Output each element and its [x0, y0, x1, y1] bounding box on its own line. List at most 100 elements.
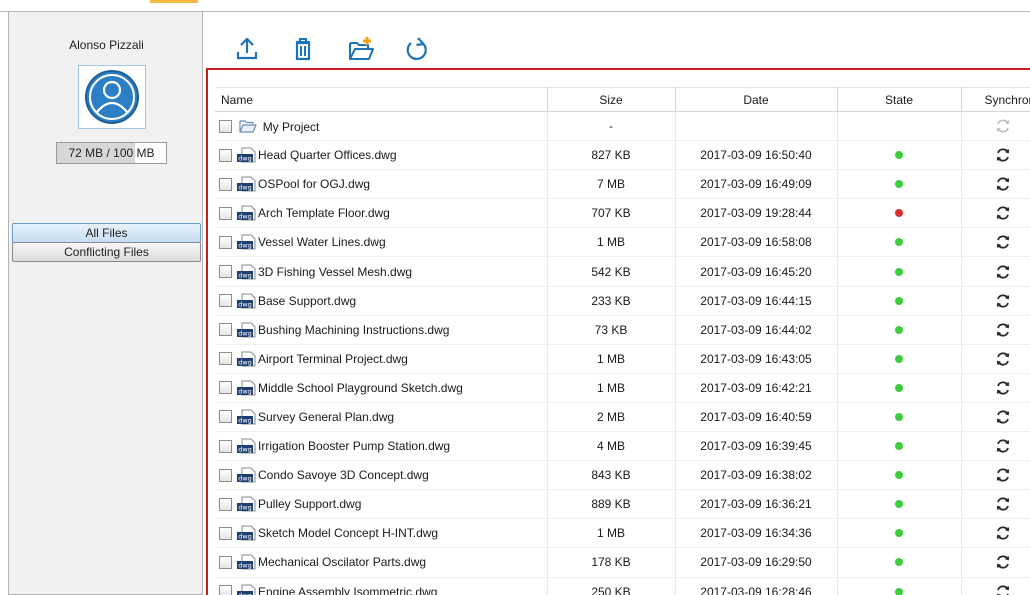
file-date: 2017-03-09 16:44:15: [675, 286, 838, 316]
row-checkbox[interactable]: [219, 119, 232, 133]
row-checkbox[interactable]: [219, 294, 232, 308]
sync-icon[interactable]: [995, 380, 1011, 396]
row-checkbox[interactable]: [219, 323, 232, 337]
trash-icon: [295, 38, 311, 61]
row-checkbox[interactable]: [219, 352, 232, 366]
row-checkbox[interactable]: [219, 555, 232, 569]
svg-text:dwg: dwg: [238, 591, 252, 595]
file-size: -: [547, 111, 676, 142]
all-files-button[interactable]: All Files: [12, 223, 201, 243]
file-size: 843 KB: [547, 460, 676, 491]
sync-icon[interactable]: [995, 234, 1011, 250]
state-dot: [895, 383, 903, 392]
upload-icon: [236, 37, 258, 60]
conflicting-files-button[interactable]: Conflicting Files: [12, 242, 201, 262]
sync-icon[interactable]: [995, 554, 1011, 570]
column-header-sync[interactable]: Synchroniz: [961, 87, 1030, 112]
sync-icon[interactable]: [995, 467, 1011, 483]
sync-icon[interactable]: [995, 147, 1011, 163]
table-row[interactable]: dwg Middle School Playground Sketch.dwg 1 …: [215, 373, 1030, 403]
sync-icon[interactable]: [995, 525, 1011, 541]
table-row[interactable]: My Project -: [215, 111, 1030, 142]
svg-text:dwg: dwg: [238, 300, 252, 308]
column-header-state[interactable]: State: [837, 87, 962, 112]
sync-icon[interactable]: [995, 496, 1011, 512]
row-checkbox[interactable]: [219, 177, 232, 191]
column-header-name[interactable]: Name: [215, 87, 548, 112]
row-checkbox[interactable]: [219, 265, 232, 279]
table-row[interactable]: dwg Mechanical Oscilator Parts.dwg 178 KB 2…: [215, 547, 1030, 578]
sync-icon[interactable]: [995, 264, 1011, 280]
row-checkbox[interactable]: [219, 410, 232, 424]
file-size: 707 KB: [547, 198, 676, 229]
column-header-size[interactable]: Size: [547, 87, 676, 112]
sync-icon[interactable]: [995, 293, 1011, 309]
refresh-button[interactable]: [402, 34, 432, 64]
state-dot: [895, 180, 903, 189]
table-row[interactable]: dwg OSPool for OGJ.dwg 7 MB 2017-03-09 16:4…: [215, 169, 1030, 200]
file-date: 2017-03-09 16:34:36: [675, 518, 838, 549]
column-header-date[interactable]: Date: [675, 87, 838, 112]
user-avatar-icon: [85, 70, 139, 124]
table-row[interactable]: dwg 3D Fishing Vessel Mesh.dwg 542 KB 2017-…: [215, 256, 1030, 287]
state-dot: [895, 471, 903, 480]
sync-icon[interactable]: [995, 409, 1011, 425]
row-checkbox[interactable]: [219, 526, 232, 540]
table-row[interactable]: dwg Arch Template Floor.dwg 707 KB 2017-03-…: [215, 198, 1030, 229]
file-size: 233 KB: [547, 286, 676, 316]
table-row[interactable]: dwg Irrigation Booster Pump Station.dwg 4 …: [215, 431, 1030, 462]
file-date: 2017-03-09 16:36:21: [675, 489, 838, 520]
new-folder-button[interactable]: [346, 34, 376, 64]
dwg-file-icon: dwg: [237, 351, 256, 367]
dwg-file-icon: dwg: [237, 380, 256, 396]
table-row[interactable]: dwg Vessel Water Lines.dwg 1 MB 2017-03-09 …: [215, 227, 1030, 258]
row-checkbox[interactable]: [219, 497, 232, 511]
svg-text:dwg: dwg: [238, 504, 252, 512]
row-checkbox[interactable]: [219, 439, 232, 453]
dwg-file-icon: dwg: [237, 554, 256, 570]
file-size: 178 KB: [547, 547, 676, 578]
sync-icon[interactable]: [995, 176, 1011, 192]
file-date: 2017-03-09 19:28:44: [675, 198, 838, 229]
table-row[interactable]: dwg Pulley Support.dwg 889 KB 2017-03-09 16…: [215, 489, 1030, 520]
table-row[interactable]: dwg Bushing Machining Instructions.dwg 73 …: [215, 315, 1030, 345]
file-name: Sketch Model Concept H-INT.dwg: [258, 526, 439, 541]
delete-button[interactable]: [288, 34, 318, 64]
sync-icon[interactable]: [995, 438, 1011, 454]
dwg-file-icon: dwg: [237, 322, 256, 338]
table-row[interactable]: dwg Head Quarter Offices.dwg 827 KB 2017-03…: [215, 140, 1030, 171]
file-size: 1 MB: [547, 373, 676, 403]
file-date: 2017-03-09 16:28:46: [675, 577, 838, 595]
svg-text:dwg: dwg: [238, 358, 252, 366]
row-checkbox[interactable]: [219, 585, 232, 595]
state-dot: [895, 442, 903, 451]
state-dot: [895, 151, 903, 160]
avatar: [78, 65, 146, 129]
state-dot: [895, 587, 903, 595]
sync-icon[interactable]: [995, 584, 1011, 595]
sync-icon[interactable]: [995, 205, 1011, 221]
upload-button[interactable]: [232, 34, 262, 64]
table-row[interactable]: dwg Base Support.dwg 233 KB 2017-03-09 16:4…: [215, 286, 1030, 316]
sync-icon[interactable]: [995, 322, 1011, 338]
row-checkbox[interactable]: [219, 381, 232, 395]
table-row[interactable]: dwg Sketch Model Concept H-INT.dwg 1 MB 201…: [215, 518, 1030, 549]
row-checkbox[interactable]: [219, 206, 232, 220]
row-checkbox[interactable]: [219, 235, 232, 249]
svg-text:dwg: dwg: [238, 155, 252, 163]
sync-icon[interactable]: [995, 351, 1011, 367]
file-name: Mechanical Oscilator Parts.dwg: [258, 555, 427, 570]
table-row[interactable]: dwg Engine Assembly Isommetric.dwg 250 KB2…: [215, 577, 1030, 595]
file-name: My Project: [262, 119, 320, 134]
row-checkbox[interactable]: [219, 148, 232, 162]
svg-text:dwg: dwg: [238, 242, 252, 250]
table-row[interactable]: dwg Airport Terminal Project.dwg 1 MB 2017-…: [215, 344, 1030, 374]
row-checkbox[interactable]: [219, 468, 232, 482]
refresh-icon: [406, 37, 427, 61]
table-row[interactable]: dwg Survey General Plan.dwg 2 MB 2017-03-09…: [215, 402, 1030, 433]
file-name: Arch Template Floor.dwg: [258, 206, 390, 221]
sync-disabled-icon[interactable]: [995, 118, 1011, 134]
table-row[interactable]: dwg Condo Savoye 3D Concept.dwg 843 KB 2017…: [215, 460, 1030, 491]
state-dot: [895, 238, 903, 247]
file-name: Base Support.dwg: [258, 293, 357, 308]
